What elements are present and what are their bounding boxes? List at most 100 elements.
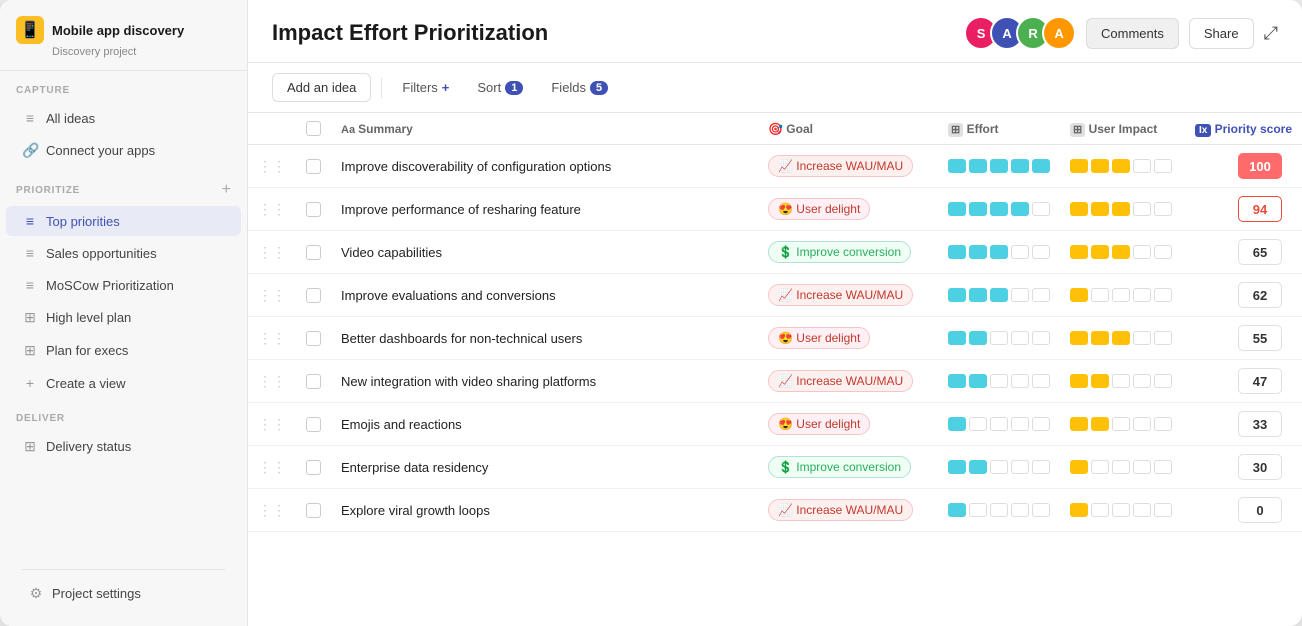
impact-dot xyxy=(1070,288,1088,302)
drag-handle[interactable]: ⋮⋮ xyxy=(248,188,296,231)
impact-dot xyxy=(1070,202,1088,216)
row-goal: 📈 Increase WAU/MAU xyxy=(758,145,938,188)
impact-dot xyxy=(1070,331,1088,345)
drag-handle[interactable]: ⋮⋮ xyxy=(248,231,296,274)
list-icon: ≡ xyxy=(22,110,38,126)
effort-dot xyxy=(990,331,1008,345)
row-checkbox[interactable] xyxy=(306,417,321,432)
sidebar-item-moscow[interactable]: ≡ MoSCow Prioritization xyxy=(6,270,241,300)
table-row: ⋮⋮Emojis and reactions😍 User delight33 xyxy=(248,403,1302,446)
impact-dot xyxy=(1112,503,1130,517)
sidebar-item-sales-opp[interactable]: ≡ Sales opportunities xyxy=(6,238,241,268)
effort-dot xyxy=(990,245,1008,259)
th-check xyxy=(296,113,331,145)
drag-handle[interactable]: ⋮⋮ xyxy=(248,360,296,403)
filters-button[interactable]: Filters + xyxy=(392,74,459,101)
filters-badge: + xyxy=(442,80,450,95)
sort-button[interactable]: Sort 1 xyxy=(467,74,533,101)
row-checkbox-cell xyxy=(296,360,331,403)
impact-dot xyxy=(1091,460,1109,474)
sidebar-item-connect-apps[interactable]: 🔗 Connect your apps xyxy=(6,135,241,166)
fields-button[interactable]: Fields 5 xyxy=(541,74,618,101)
impact-dot xyxy=(1112,159,1130,173)
row-effort xyxy=(938,489,1060,532)
impact-dot xyxy=(1070,374,1088,388)
row-goal: 💲 Improve conversion xyxy=(758,231,938,274)
ideas-table: Aa Summary 🎯 Goal ⊞ Effort ⊞ xyxy=(248,113,1302,532)
add-idea-button[interactable]: Add an idea xyxy=(272,73,371,102)
effort-dot xyxy=(948,503,966,517)
priority-score-badge: 33 xyxy=(1238,411,1282,437)
row-effort xyxy=(938,446,1060,489)
impact-dot xyxy=(1133,202,1151,216)
drag-handle[interactable]: ⋮⋮ xyxy=(248,446,296,489)
impact-dot xyxy=(1154,202,1172,216)
effort-dot xyxy=(1011,374,1029,388)
expand-button[interactable]: ⤢ xyxy=(1264,23,1278,44)
drag-handle[interactable]: ⋮⋮ xyxy=(248,489,296,532)
prioritize-label: PRIORITIZE xyxy=(16,185,80,196)
impact-dot xyxy=(1091,202,1109,216)
impact-dot xyxy=(1154,245,1172,259)
app-title: Mobile app discovery xyxy=(52,23,184,38)
row-goal: 📈 Increase WAU/MAU xyxy=(758,489,938,532)
drag-handle[interactable]: ⋮⋮ xyxy=(248,145,296,188)
drag-handle[interactable]: ⋮⋮ xyxy=(248,274,296,317)
row-checkbox[interactable] xyxy=(306,374,321,389)
row-checkbox[interactable] xyxy=(306,288,321,303)
select-all-checkbox[interactable] xyxy=(306,121,321,136)
sidebar-item-delivery-status[interactable]: ⊞ Delivery status xyxy=(6,431,241,462)
row-summary: Video capabilities xyxy=(331,231,758,274)
effort-dot xyxy=(948,417,966,431)
impact-dot xyxy=(1133,460,1151,474)
share-button[interactable]: Share xyxy=(1189,18,1254,49)
impact-dot xyxy=(1112,417,1130,431)
sidebar-item-all-ideas[interactable]: ≡ All ideas xyxy=(6,103,241,133)
row-priority-score: 0 xyxy=(1182,489,1302,532)
drag-handle[interactable]: ⋮⋮ xyxy=(248,317,296,360)
row-impact xyxy=(1060,317,1182,360)
sidebar-item-plan-execs[interactable]: ⊞ Plan for execs xyxy=(6,335,241,366)
sidebar-item-create-view[interactable]: + Create a view xyxy=(6,368,241,398)
th-impact: ⊞ User Impact xyxy=(1060,113,1182,145)
row-effort xyxy=(938,317,1060,360)
priority-score-badge: 94 xyxy=(1238,196,1282,222)
sidebar-item-label: All ideas xyxy=(46,111,95,126)
comments-button[interactable]: Comments xyxy=(1086,18,1179,49)
row-goal: 📈 Increase WAU/MAU xyxy=(758,360,938,403)
summary-col-label: Summary xyxy=(358,122,413,136)
impact-dot xyxy=(1091,245,1109,259)
link-icon: 🔗 xyxy=(22,142,38,159)
impact-dot xyxy=(1112,202,1130,216)
goal-col-label: Goal xyxy=(786,122,813,136)
fields-label: Fields xyxy=(551,80,586,95)
sidebar-item-top-priorities[interactable]: ≡ Top priorities xyxy=(6,206,241,236)
priority-score-badge: 0 xyxy=(1238,497,1282,523)
row-checkbox[interactable] xyxy=(306,503,321,518)
row-priority-score: 30 xyxy=(1182,446,1302,489)
impact-dot xyxy=(1133,245,1151,259)
effort-dot xyxy=(1032,503,1050,517)
impact-dot xyxy=(1112,374,1130,388)
row-priority-score: 33 xyxy=(1182,403,1302,446)
list-icon: ≡ xyxy=(22,245,38,261)
row-checkbox[interactable] xyxy=(306,245,321,260)
effort-dot xyxy=(1032,374,1050,388)
row-checkbox[interactable] xyxy=(306,331,321,346)
row-checkbox[interactable] xyxy=(306,159,321,174)
capture-section-label: CAPTURE xyxy=(0,71,247,102)
sidebar-item-high-level[interactable]: ⊞ High level plan xyxy=(6,302,241,333)
row-effort xyxy=(938,360,1060,403)
row-checkbox[interactable] xyxy=(306,202,321,217)
effort-dot xyxy=(1011,503,1029,517)
row-summary: Improve performance of resharing feature xyxy=(331,188,758,231)
sidebar-item-project-settings[interactable]: ⚙ Project settings xyxy=(12,578,235,609)
add-view-button[interactable]: + xyxy=(222,181,231,199)
effort-dot xyxy=(948,245,966,259)
grid-icon: ⊞ xyxy=(22,342,38,359)
drag-handle[interactable]: ⋮⋮ xyxy=(248,403,296,446)
sidebar-item-label: Project settings xyxy=(52,586,141,601)
row-checkbox[interactable] xyxy=(306,460,321,475)
sidebar: 📱 Mobile app discovery Discovery project… xyxy=(0,0,248,626)
impact-dot xyxy=(1091,503,1109,517)
